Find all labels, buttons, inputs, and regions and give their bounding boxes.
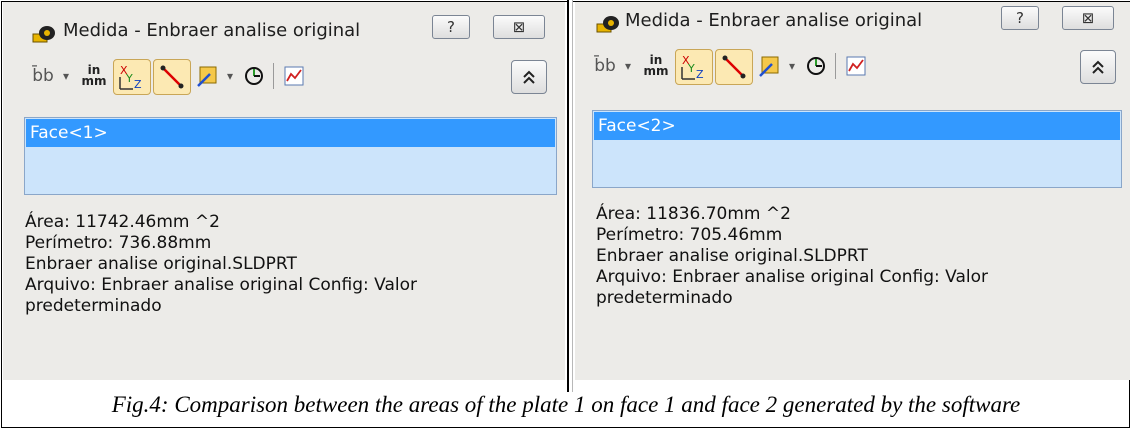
sensor-icon[interactable]	[281, 63, 307, 89]
close-button[interactable]: ⊠	[1062, 6, 1114, 30]
xyz-glyph: X Y Z	[681, 54, 704, 81]
close-button[interactable]: ⊠	[493, 15, 545, 39]
measure-tool-icon	[32, 26, 55, 43]
perimeter-value: Perímetro: 736.88mm	[25, 233, 212, 253]
area-value: Área: 11742.46mm ^2	[25, 212, 220, 232]
archive-config-cont: predeterminado	[596, 288, 733, 308]
help-label: ?	[1016, 9, 1024, 27]
svg-text:Y: Y	[687, 62, 695, 75]
xyz-coordinates-icon[interactable]: X Y Z	[113, 59, 151, 95]
measure-results: Área: 11742.46mm ^2 Perímetro: 736.88mm …	[25, 212, 417, 317]
svg-text:Y: Y	[125, 72, 133, 85]
units-in-mm-icon[interactable]: in mm	[641, 51, 671, 81]
history-glyph	[245, 67, 263, 85]
units-bottom-label: mm	[643, 64, 669, 78]
svg-text:Z: Z	[134, 78, 142, 91]
units-in-mm-icon[interactable]: in mm	[79, 61, 109, 91]
chevron-down-icon[interactable]: ▾	[59, 63, 73, 89]
chevron-up-icon	[1092, 60, 1104, 74]
point-to-point-icon[interactable]	[715, 49, 753, 85]
sensor-glyph	[846, 56, 866, 76]
collapse-button[interactable]	[511, 60, 547, 94]
archive-config-cont: predeterminado	[25, 296, 162, 316]
measure-history-icon[interactable]	[241, 63, 267, 89]
close-icon: ⊠	[1081, 9, 1095, 27]
archive-config: Arquivo: Enbraer analise original Config…	[596, 267, 989, 287]
svg-text:Z: Z	[696, 68, 704, 81]
help-button[interactable]: ?	[432, 15, 470, 39]
panel-title: Medida - Enbraer analise original	[625, 10, 923, 31]
measure-history-icon[interactable]	[803, 53, 829, 79]
measure-toolbar: b̄b ▾ in mm X Y Z ▾	[3, 57, 565, 97]
chevron-up-icon	[523, 70, 535, 84]
units-bottom-label: mm	[81, 74, 107, 88]
history-glyph	[807, 57, 825, 75]
help-label: ?	[447, 18, 455, 36]
decimal-places-icon[interactable]: b̄b	[589, 53, 621, 79]
projection-glyph	[197, 66, 217, 87]
archive-config: Arquivo: Enbraer analise original Config…	[25, 275, 418, 295]
help-button[interactable]: ?	[1001, 6, 1039, 30]
panel-titlebar: Medida - Enbraer analise original ? ⊠	[575, 2, 1130, 52]
area-value: Área: 11836.70mm ^2	[596, 204, 791, 224]
panel-titlebar: Medida - Enbraer analise original ? ⊠	[3, 2, 565, 52]
close-icon: ⊠	[512, 18, 526, 36]
measure-tool-icon	[596, 16, 619, 33]
panel-divider	[567, 0, 573, 392]
projection-icon[interactable]	[757, 53, 783, 79]
point-to-point-icon[interactable]	[153, 59, 191, 95]
toolbar-separator	[835, 53, 836, 79]
file-name: Enbraer analise original.SLDPRT	[596, 246, 868, 266]
file-name: Enbraer analise original.SLDPRT	[25, 254, 297, 274]
sensor-icon[interactable]	[843, 53, 869, 79]
panel-title: Medida - Enbraer analise original	[63, 20, 361, 41]
projection-glyph	[759, 56, 779, 77]
xyz-glyph: X Y Z	[119, 64, 142, 91]
selection-item[interactable]: Face<1>	[26, 119, 555, 147]
measure-results: Área: 11836.70mm ^2 Perímetro: 705.46mm …	[596, 204, 988, 309]
measure-panel-face-1: Medida - Enbraer analise original ? ⊠ b̄…	[3, 2, 565, 380]
perimeter-value: Perímetro: 705.46mm	[596, 225, 783, 245]
figure-caption: Fig.4: Comparison between the areas of t…	[111, 392, 1021, 417]
toolbar-separator	[273, 63, 274, 89]
xyz-coordinates-icon[interactable]: X Y Z	[675, 49, 713, 85]
measure-panel-face-2: Medida - Enbraer analise original ? ⊠ b̄…	[575, 2, 1130, 380]
point-to-point-glyph	[160, 65, 184, 89]
sensor-glyph	[284, 66, 304, 86]
collapse-button[interactable]	[1080, 50, 1116, 84]
decimal-places-icon[interactable]: b̄b	[27, 63, 59, 89]
selection-list[interactable]: Face<2>	[592, 110, 1122, 188]
point-to-point-glyph	[722, 55, 746, 79]
selection-item[interactable]: Face<2>	[594, 112, 1120, 140]
selection-list[interactable]: Face<1>	[24, 117, 557, 195]
chevron-down-icon[interactable]: ▾	[621, 53, 635, 79]
projection-icon[interactable]	[195, 63, 221, 89]
chevron-down-icon[interactable]: ▾	[785, 53, 799, 79]
chevron-down-icon[interactable]: ▾	[223, 63, 237, 89]
measure-toolbar: b̄b ▾ in mm X Y Z ▾	[575, 47, 1130, 87]
